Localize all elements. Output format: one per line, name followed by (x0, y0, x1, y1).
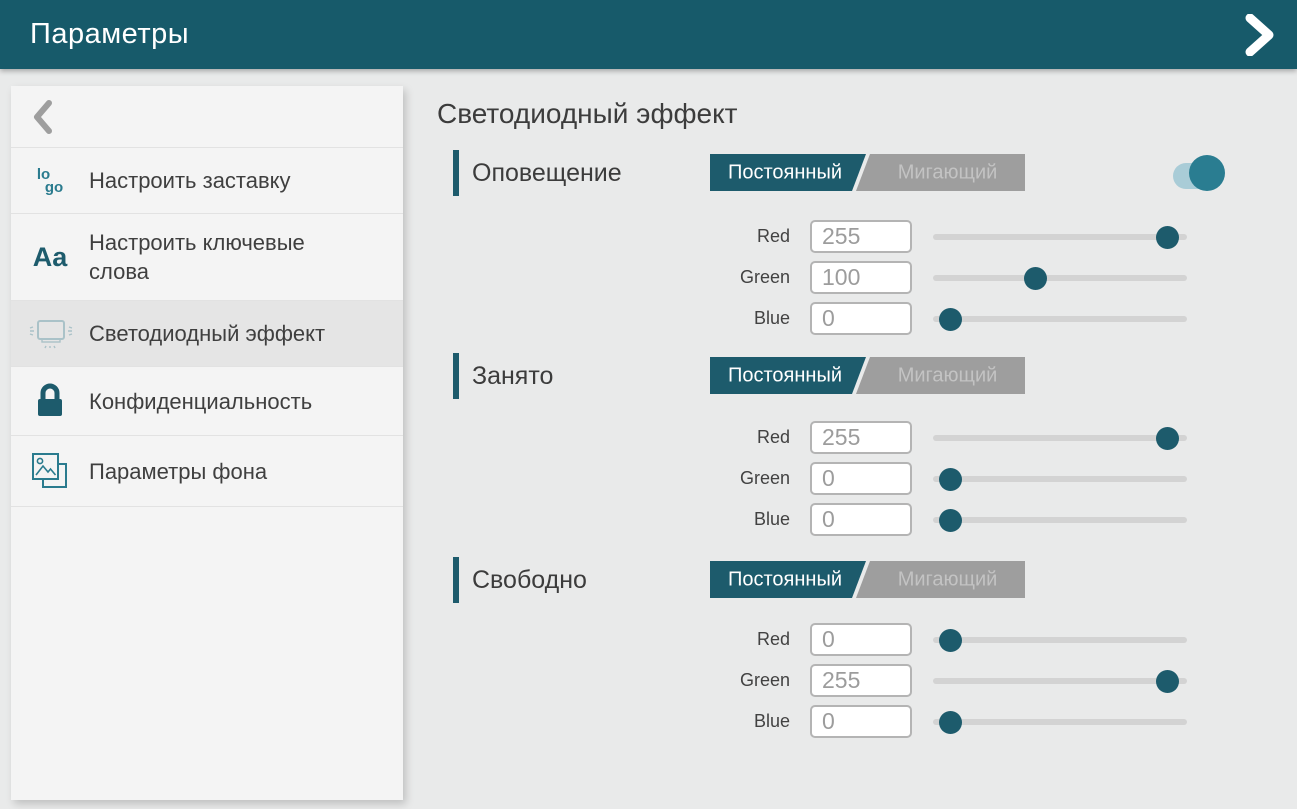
mode-solid-button[interactable]: Постоянный (710, 357, 866, 394)
slider-track (933, 435, 1187, 441)
sidebar-item-keywords[interactable]: Aa Настроить ключевые слова (11, 214, 403, 301)
red-value-input[interactable] (810, 623, 912, 656)
red-slider[interactable] (933, 426, 1187, 450)
rgb-row-blue: Blue (437, 298, 1297, 339)
green-slider[interactable] (933, 467, 1187, 491)
red-label: Red (437, 226, 790, 247)
green-value-input[interactable] (810, 261, 912, 294)
slider-track (933, 476, 1187, 482)
background-images-icon (11, 450, 89, 492)
blue-slider[interactable] (933, 710, 1187, 734)
rgb-row-green: Green (437, 660, 1297, 701)
mode-solid-button[interactable]: Постоянный (710, 561, 866, 598)
rgb-group-alert: Red Green Blue (437, 216, 1297, 339)
slider-thumb[interactable] (1024, 267, 1047, 290)
alert-toggle-switch[interactable] (1173, 154, 1227, 192)
slider-track (933, 678, 1187, 684)
slider-thumb[interactable] (1156, 226, 1179, 249)
page-header-title: Параметры (30, 18, 189, 51)
rgb-row-green: Green (437, 257, 1297, 298)
sidebar-item-label: Светодиодный эффект (89, 319, 325, 348)
blue-label: Blue (437, 711, 790, 732)
sidebar-item-privacy[interactable]: Конфиденциальность (11, 367, 403, 436)
keywords-icon: Aa (11, 242, 89, 273)
back-button[interactable] (11, 86, 403, 148)
blue-value-input[interactable] (810, 302, 912, 335)
sidebar: logo Настроить заставку Aa Настроить клю… (11, 86, 403, 800)
slider-track (933, 316, 1187, 322)
switch-knob (1189, 155, 1225, 191)
sidebar-item-label: Параметры фона (89, 457, 267, 486)
slider-thumb[interactable] (1156, 670, 1179, 693)
slider-track (933, 637, 1187, 643)
section-alert-header: Оповещение Мигающий Постоянный (437, 150, 1297, 196)
blue-label: Blue (437, 509, 790, 530)
green-label: Green (437, 670, 790, 691)
mode-segment-alert: Мигающий Постоянный (710, 154, 1025, 191)
accent-bar (453, 150, 459, 196)
green-slider[interactable] (933, 266, 1187, 290)
red-label: Red (437, 427, 790, 448)
slider-thumb[interactable] (939, 711, 962, 734)
rgb-row-green: Green (437, 458, 1297, 499)
section-free-header: Свободно Мигающий Постоянный (437, 557, 1297, 603)
app-header: Параметры (0, 0, 1297, 69)
section-name: Оповещение (472, 159, 622, 188)
sidebar-item-screensaver[interactable]: logo Настроить заставку (11, 148, 403, 214)
red-value-input[interactable] (810, 421, 912, 454)
rgb-row-red: Red (437, 417, 1297, 458)
red-label: Red (437, 629, 790, 650)
blue-value-input[interactable] (810, 503, 912, 536)
mode-solid-button[interactable]: Постоянный (710, 154, 866, 191)
rgb-group-free: Red Green Blue (437, 619, 1297, 742)
accent-bar (453, 557, 459, 603)
slider-thumb[interactable] (1156, 427, 1179, 450)
content-title: Светодиодный эффект (437, 97, 1297, 131)
green-value-input[interactable] (810, 462, 912, 495)
rgb-row-red: Red (437, 619, 1297, 660)
accent-bar (453, 353, 459, 399)
logo-icon: logo (11, 168, 89, 194)
green-value-input[interactable] (810, 664, 912, 697)
red-value-input[interactable] (810, 220, 912, 253)
chevron-right-icon[interactable] (1245, 14, 1275, 56)
slider-track (933, 517, 1187, 523)
section-name: Занято (472, 362, 553, 391)
lock-icon (11, 381, 89, 421)
sidebar-item-background[interactable]: Параметры фона (11, 436, 403, 507)
blue-slider[interactable] (933, 307, 1187, 331)
blue-label: Blue (437, 308, 790, 329)
slider-thumb[interactable] (939, 308, 962, 331)
slider-thumb[interactable] (939, 629, 962, 652)
sidebar-item-label: Настроить заставку (89, 166, 291, 195)
red-slider[interactable] (933, 628, 1187, 652)
main-panel: Светодиодный эффект Оповещение Мигающий … (437, 0, 1297, 742)
chevron-left-icon (33, 100, 53, 134)
blue-slider[interactable] (933, 508, 1187, 532)
sidebar-item-label: Конфиденциальность (89, 387, 312, 416)
mode-segment-free: Мигающий Постоянный (710, 561, 1025, 598)
rgb-row-red: Red (437, 216, 1297, 257)
red-slider[interactable] (933, 225, 1187, 249)
slider-thumb[interactable] (939, 509, 962, 532)
section-name: Свободно (472, 566, 587, 595)
sidebar-item-led-effect[interactable]: Светодиодный эффект (11, 301, 403, 367)
slider-track (933, 234, 1187, 240)
rgb-row-blue: Blue (437, 499, 1297, 540)
green-label: Green (437, 468, 790, 489)
led-display-icon (11, 317, 89, 351)
rgb-row-blue: Blue (437, 701, 1297, 742)
blue-value-input[interactable] (810, 705, 912, 738)
slider-track (933, 275, 1187, 281)
sidebar-item-label: Настроить ключевые слова (89, 228, 339, 286)
section-busy-header: Занято Мигающий Постоянный (437, 353, 1297, 399)
rgb-group-busy: Red Green Blue (437, 417, 1297, 540)
green-label: Green (437, 267, 790, 288)
green-slider[interactable] (933, 669, 1187, 693)
mode-segment-busy: Мигающий Постоянный (710, 357, 1025, 394)
slider-track (933, 719, 1187, 725)
slider-thumb[interactable] (939, 468, 962, 491)
